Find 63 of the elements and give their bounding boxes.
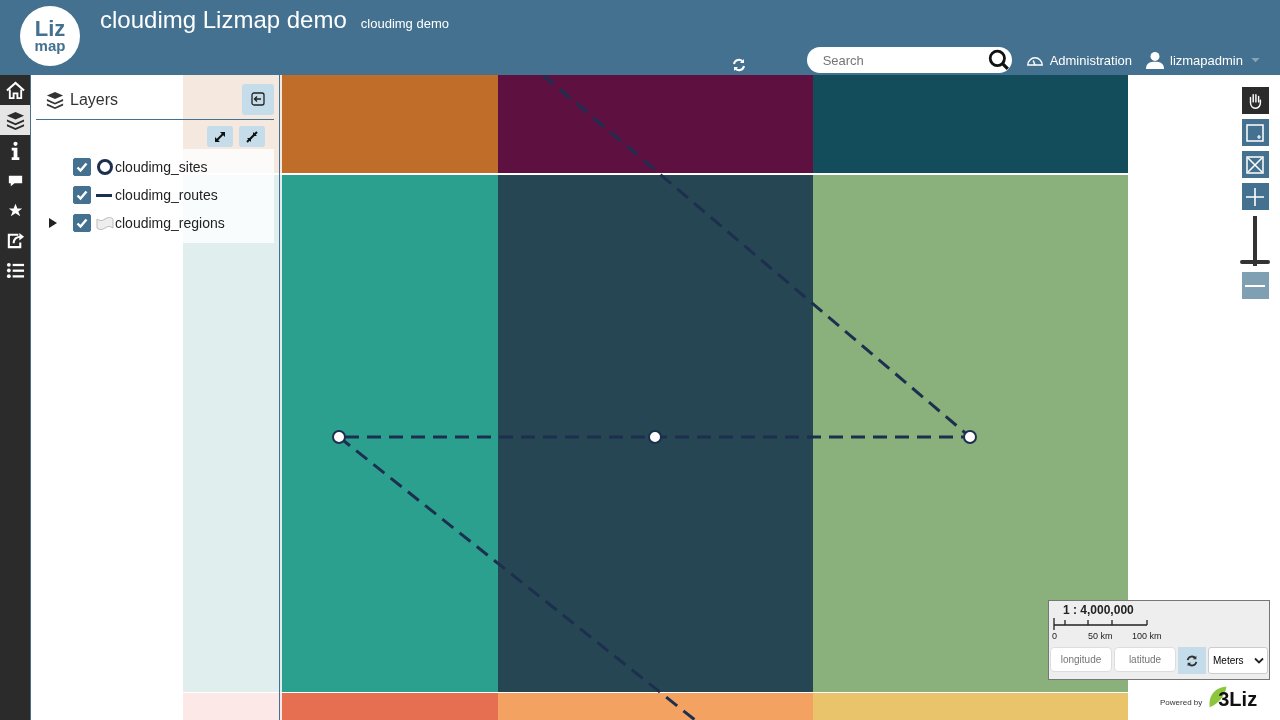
- layer-name[interactable]: cloudimg_regions: [115, 215, 225, 231]
- layer-name[interactable]: cloudimg_routes: [115, 187, 218, 203]
- search-field[interactable]: Search: [806, 47, 1012, 73]
- refresh-button[interactable]: [1178, 647, 1206, 674]
- zoom-in-button[interactable]: [1241, 183, 1269, 210]
- search-icon[interactable]: [987, 49, 1010, 71]
- refresh-icon: [1185, 653, 1199, 668]
- refresh-icon[interactable]: [731, 57, 747, 73]
- site-point: [963, 430, 977, 444]
- logo-text: map: [34, 39, 66, 53]
- collapse-all-button[interactable]: [239, 126, 265, 147]
- logo-text: Liz: [34, 19, 66, 40]
- zoom-box-icon: [1245, 122, 1265, 143]
- layers-icon: [46, 91, 64, 109]
- powered-by-text: Powered by: [1160, 698, 1203, 707]
- user-icon: [1146, 51, 1164, 69]
- check-icon: [75, 216, 89, 230]
- scale-label: 100 km: [1132, 631, 1162, 641]
- zoom-slider-thumb[interactable]: [1240, 259, 1270, 264]
- minus-icon: [1245, 284, 1265, 287]
- pan-button[interactable]: [1241, 87, 1269, 114]
- scale-ratio: 1 : 4,000,000: [1063, 603, 1135, 617]
- home-icon: [5, 80, 25, 100]
- scale-label: 50 km: [1088, 631, 1113, 641]
- collapse-panel-button[interactable]: [242, 83, 274, 115]
- unit-select[interactable]: Meters: [1208, 647, 1268, 674]
- chevron-down-icon: [1254, 657, 1264, 664]
- full-extent-button[interactable]: [1241, 151, 1269, 178]
- arrow-left-icon: [251, 92, 265, 106]
- share-icon: [5, 230, 25, 250]
- line-symbol-icon: [96, 193, 112, 197]
- search-input[interactable]: Search: [820, 51, 988, 69]
- sidebar-item[interactable]: [0, 105, 30, 135]
- app-subtitle: cloudimg demo: [360, 16, 449, 31]
- expand-all-button[interactable]: [207, 126, 233, 147]
- layer-name[interactable]: cloudimg_sites: [115, 159, 208, 175]
- zoom-out-button[interactable]: [1241, 272, 1269, 299]
- circle-symbol-icon: [96, 158, 114, 176]
- app-title: cloudimg Lizmap demo: [100, 6, 347, 34]
- layer-checkbox[interactable]: [73, 186, 91, 204]
- site-point: [648, 430, 662, 444]
- expand-arrow-icon[interactable]: [48, 218, 58, 228]
- polygon-symbol-icon: [96, 214, 114, 232]
- collapse-icon: [245, 129, 259, 144]
- layer-checkbox[interactable]: [73, 214, 91, 232]
- list-icon: [5, 260, 25, 280]
- panel-title: Layers: [70, 91, 120, 109]
- zoom-box-button[interactable]: [1241, 119, 1269, 146]
- latitude-field[interactable]: latitude: [1114, 647, 1176, 672]
- expand-icon: [213, 129, 227, 144]
- longitude-field[interactable]: longitude: [1050, 647, 1112, 672]
- layers-icon: [5, 110, 25, 130]
- administration-link[interactable]: Administration: [1025, 52, 1132, 68]
- scale-label: 0: [1052, 631, 1057, 641]
- layer-checkbox[interactable]: [73, 158, 91, 176]
- plus-icon: [1245, 186, 1265, 207]
- site-point: [332, 430, 346, 444]
- full-extent-icon: [1245, 154, 1265, 175]
- check-icon: [75, 188, 89, 202]
- check-icon: [75, 160, 89, 174]
- brand-logo[interactable]: 3Liz: [1206, 683, 1258, 711]
- user-menu[interactable]: lizmapadmin: [1146, 51, 1260, 69]
- caret-icon: [1251, 57, 1260, 63]
